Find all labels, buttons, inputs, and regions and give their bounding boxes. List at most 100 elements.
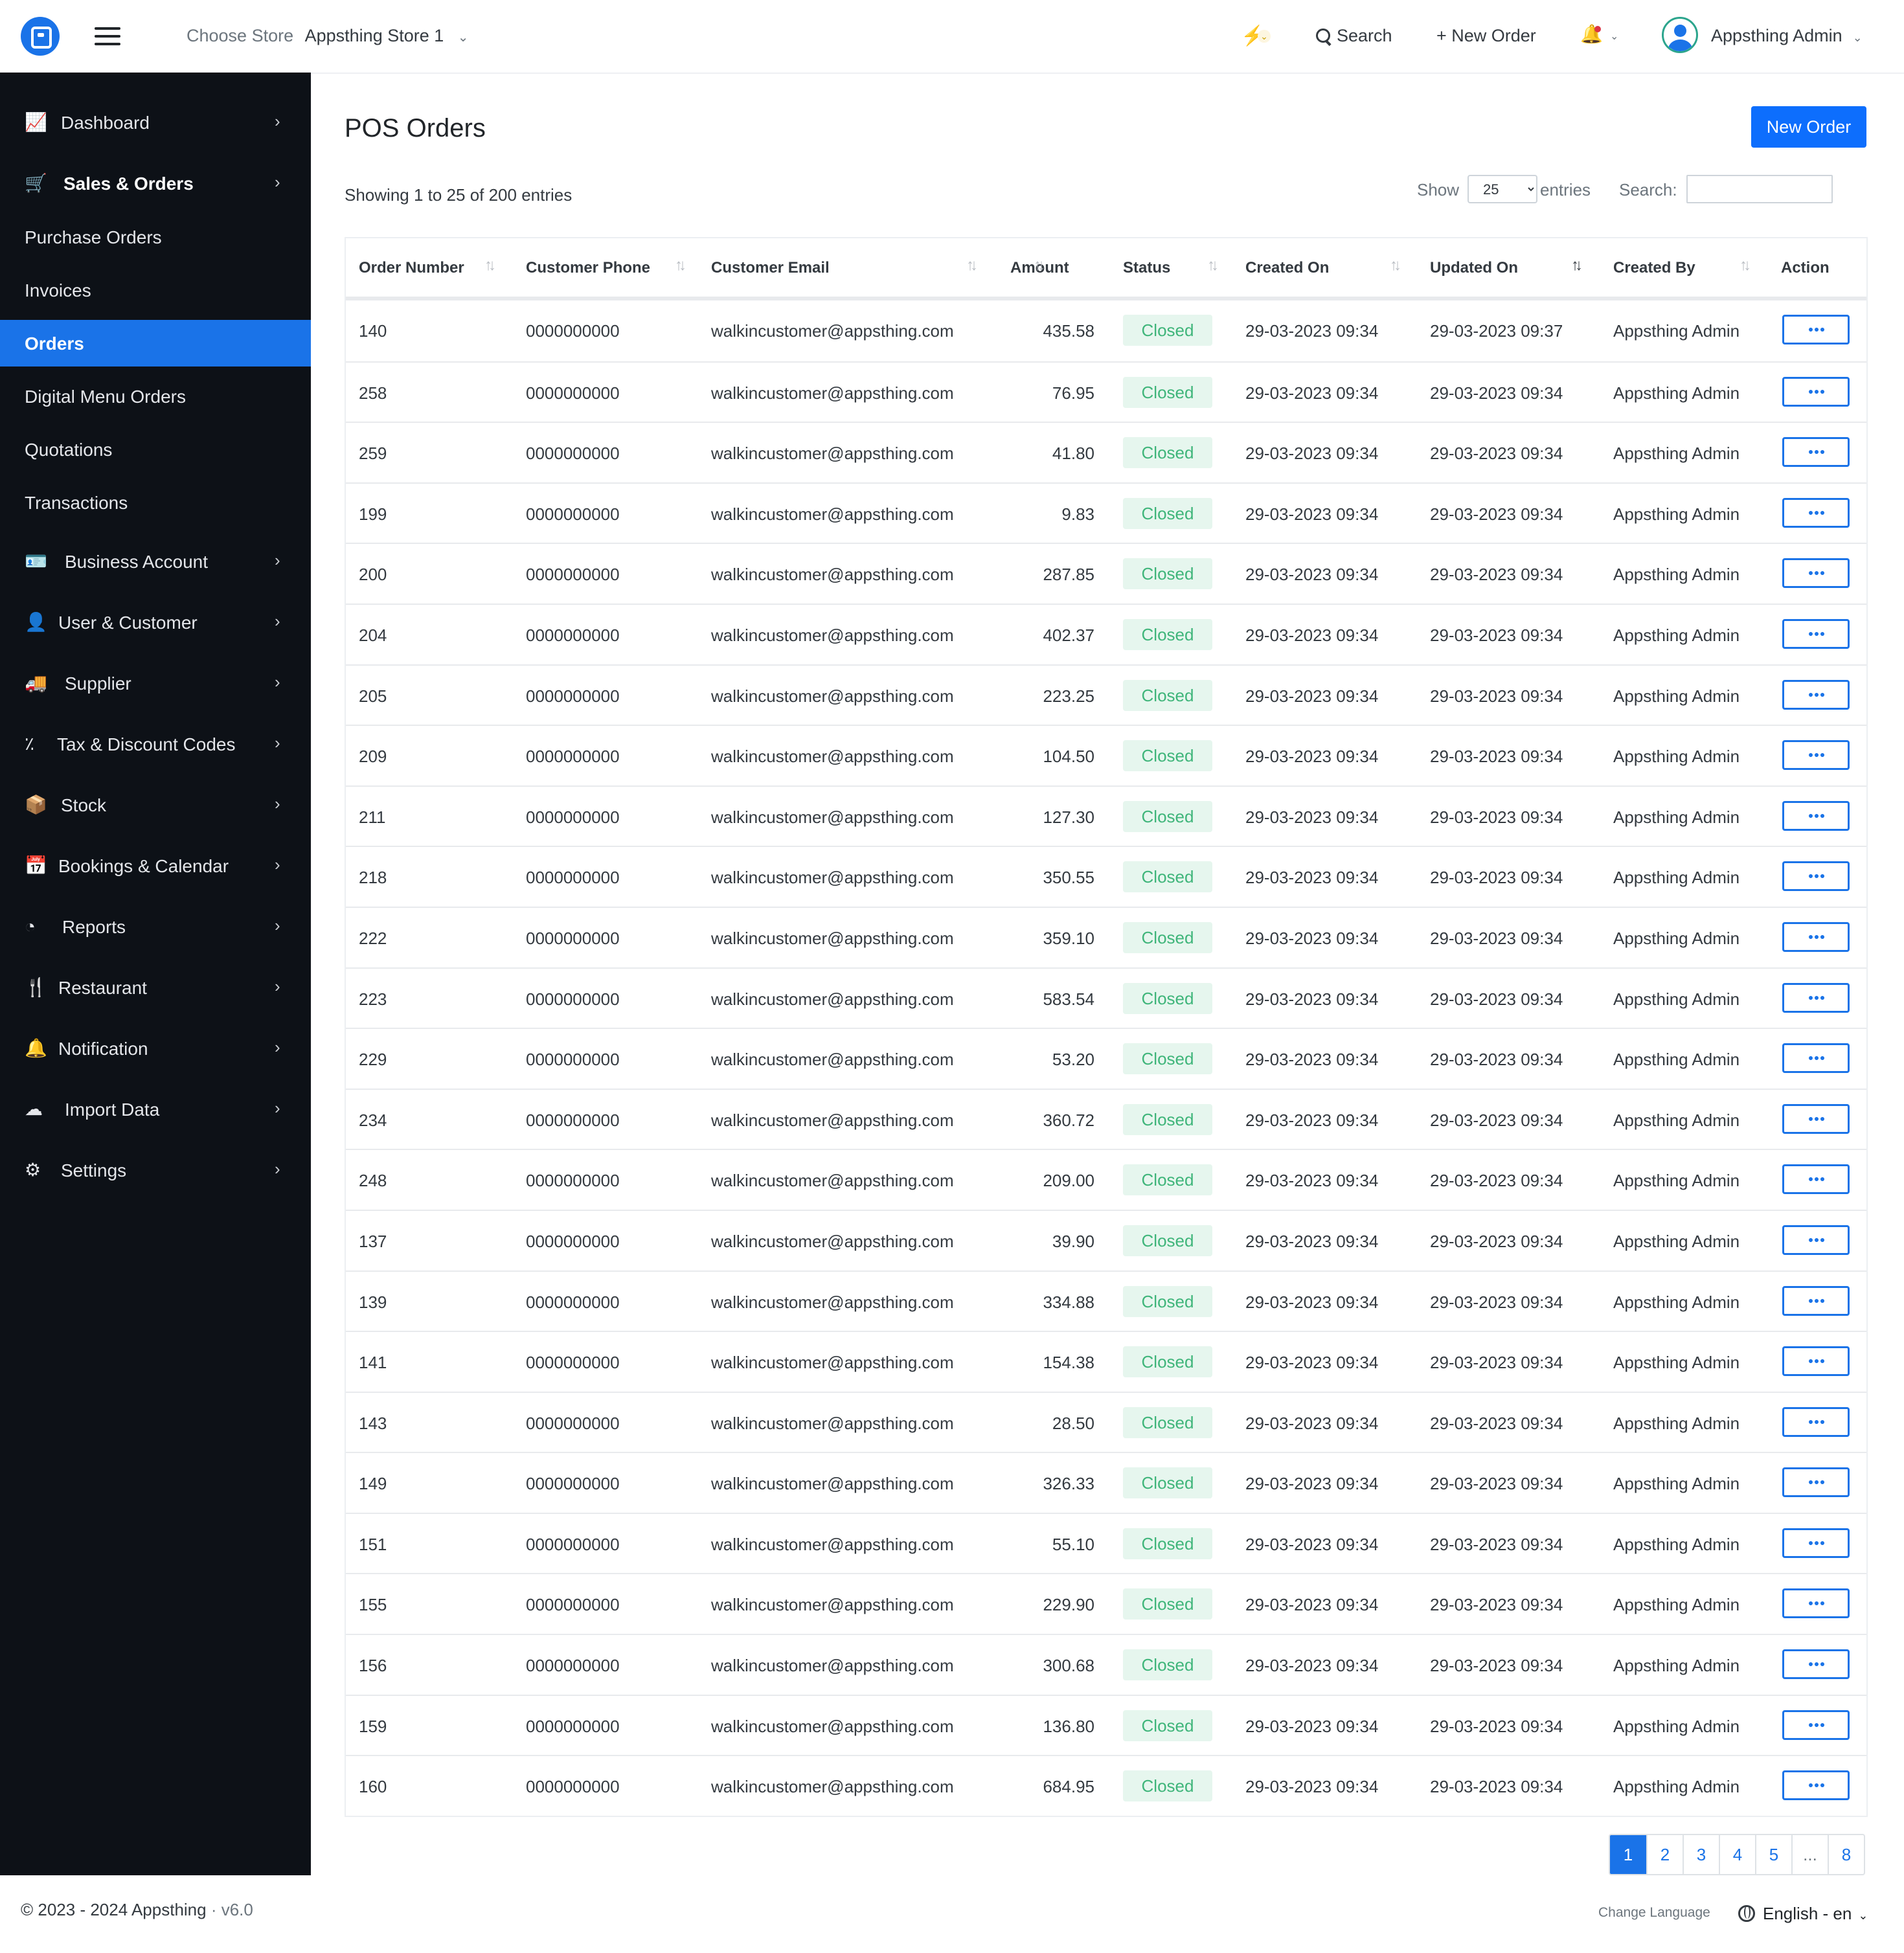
new-order-button[interactable]: New Order	[1751, 106, 1866, 148]
row-actions-button[interactable]	[1782, 558, 1850, 589]
sidebar-item-notification[interactable]: 🔔 Notification ›	[0, 1024, 311, 1071]
table-row[interactable]: 143 0000000000 walkincustomer@appsthing.co…	[346, 1391, 1866, 1452]
column-header-created-by[interactable]: Created By	[1613, 259, 1695, 277]
page-button[interactable]: 5	[1755, 1835, 1791, 1874]
table-row[interactable]: 211 0000000000 walkincustomer@appsthing.co…	[346, 785, 1866, 846]
column-header-customer-email[interactable]: Customer Email	[711, 259, 830, 277]
table-row[interactable]: 155 0000000000 walkincustomer@appsthing.co…	[346, 1573, 1866, 1634]
sort-icon[interactable]: ↑↓	[1034, 256, 1045, 275]
table-row[interactable]: 218 0000000000 walkincustomer@appsthing.co…	[346, 846, 1866, 907]
column-header-created-on[interactable]: Created On	[1245, 259, 1329, 277]
sort-icon[interactable]: ↑↓	[1207, 256, 1219, 275]
avatar[interactable]	[1662, 17, 1698, 53]
row-actions-button[interactable]	[1782, 1225, 1850, 1255]
app-logo[interactable]	[21, 17, 60, 56]
row-actions-button[interactable]	[1782, 1588, 1850, 1619]
sidebar-item-settings[interactable]: ⚙ Settings ›	[0, 1146, 311, 1193]
table-row[interactable]: 141 0000000000 walkincustomer@appsthing.co…	[346, 1331, 1866, 1392]
sidebar-item-transactions[interactable]: Transactions	[0, 479, 311, 526]
store-selector[interactable]: Choose Store Appsthing Store 1 ⌄	[187, 26, 469, 46]
sort-icon[interactable]: ↑↓	[1390, 256, 1401, 275]
table-row[interactable]: 223 0000000000 walkincustomer@appsthing.co…	[346, 967, 1866, 1028]
row-actions-button[interactable]	[1782, 679, 1850, 710]
sidebar-item-import-data[interactable]: ☁ Import Data ›	[0, 1085, 311, 1132]
page-button[interactable]: 3	[1683, 1835, 1719, 1874]
sidebar-item-user-customer[interactable]: 👤 User & Customer ›	[0, 598, 311, 645]
row-actions-button[interactable]	[1782, 740, 1850, 771]
user-menu[interactable]: Appsthing Admin ⌄	[1711, 26, 1863, 46]
table-row[interactable]: 258 0000000000 walkincustomer@appsthing.co…	[346, 361, 1866, 422]
row-actions-button[interactable]	[1782, 1710, 1850, 1740]
table-row[interactable]: 204 0000000000 walkincustomer@appsthing.co…	[346, 603, 1866, 664]
sidebar-item-quotations[interactable]: Quotations	[0, 426, 311, 473]
table-row[interactable]: 137 0000000000 walkincustomer@appsthing.co…	[346, 1209, 1866, 1270]
row-actions-button[interactable]	[1782, 1043, 1850, 1074]
table-row[interactable]: 156 0000000000 walkincustomer@appsthing.co…	[346, 1634, 1866, 1695]
table-row[interactable]: 199 0000000000 walkincustomer@appsthing.co…	[346, 482, 1866, 543]
row-actions-button[interactable]	[1782, 861, 1850, 892]
row-actions-button[interactable]	[1782, 1164, 1850, 1195]
sidebar-item-invoices[interactable]: Invoices	[0, 267, 311, 313]
row-actions-button[interactable]	[1782, 921, 1850, 952]
row-actions-button[interactable]	[1782, 1467, 1850, 1498]
header-new-order-button[interactable]: + New Order	[1436, 26, 1536, 46]
row-actions-button[interactable]	[1782, 1649, 1850, 1680]
table-row[interactable]: 229 0000000000 walkincustomer@appsthing.co…	[346, 1028, 1866, 1089]
page-button[interactable]: 4	[1719, 1835, 1755, 1874]
page-button[interactable]: 2	[1646, 1835, 1683, 1874]
row-actions-button[interactable]	[1782, 982, 1850, 1013]
sidebar-item-dashboard[interactable]: 📈 Dashboard ›	[0, 98, 311, 145]
sidebar-item-tax-discount-codes[interactable]: ٪ Tax & Discount Codes ›	[0, 720, 311, 767]
table-row[interactable]: 159 0000000000 walkincustomer@appsthing.co…	[346, 1694, 1866, 1755]
sidebar-item-reports[interactable]: ◔ Reports ›	[0, 903, 311, 949]
table-row[interactable]: 248 0000000000 walkincustomer@appsthing.co…	[346, 1149, 1866, 1210]
quick-actions-bolt-icon[interactable]: ⚡ ⌄	[1241, 25, 1271, 47]
sidebar-item-orders[interactable]: Orders	[0, 320, 311, 367]
table-row[interactable]: 160 0000000000 walkincustomer@appsthing.co…	[346, 1755, 1866, 1816]
row-actions-button[interactable]	[1782, 800, 1850, 831]
sort-icon[interactable]: ↑↓	[1740, 256, 1751, 275]
table-search-input[interactable]	[1686, 175, 1833, 203]
table-row[interactable]: 222 0000000000 walkincustomer@appsthing.co…	[346, 906, 1866, 967]
row-actions-button[interactable]	[1782, 315, 1850, 344]
table-row[interactable]: 259 0000000000 walkincustomer@appsthing.co…	[346, 422, 1866, 482]
language-selector[interactable]: English - en ⌄	[1738, 1902, 1868, 1924]
table-row[interactable]: 149 0000000000 walkincustomer@appsthing.co…	[346, 1452, 1866, 1513]
table-row[interactable]: 151 0000000000 walkincustomer@appsthing.co…	[346, 1512, 1866, 1574]
page-length-select[interactable]: 25	[1468, 175, 1537, 203]
table-row[interactable]: 200 0000000000 walkincustomer@appsthing.co…	[346, 543, 1866, 604]
notifications-bell-icon[interactable]: 🔔 ⌄	[1580, 23, 1618, 45]
table-row[interactable]: 209 0000000000 walkincustomer@appsthing.co…	[346, 725, 1866, 785]
sort-icon[interactable]: ↑↓	[484, 256, 496, 275]
page-button[interactable]: 8	[1828, 1835, 1864, 1874]
sidebar-item-bookings-calendar[interactable]: 📅 Bookings & Calendar ›	[0, 842, 311, 888]
sidebar-item-supplier[interactable]: 🚚 Supplier ›	[0, 659, 311, 706]
column-header-status[interactable]: Status	[1123, 259, 1170, 277]
sort-icon[interactable]: ↑↓	[966, 256, 978, 275]
row-actions-button[interactable]	[1782, 1528, 1850, 1558]
header-search-button[interactable]: Search	[1316, 26, 1392, 46]
page-button[interactable]: 1	[1610, 1835, 1646, 1874]
table-row[interactable]: 234 0000000000 walkincustomer@appsthing.co…	[346, 1088, 1866, 1149]
column-header-customer-phone[interactable]: Customer Phone	[526, 259, 650, 277]
sidebar-item-stock[interactable]: 📦 Stock ›	[0, 781, 311, 828]
sidebar-item-sales-orders[interactable]: 🛒 Sales & Orders ›	[0, 159, 311, 206]
table-row[interactable]: 140 0000000000 walkincustomer@appsthing.co…	[346, 300, 1866, 361]
sort-icon[interactable]: ↑↓	[1571, 256, 1583, 275]
sidebar-item-restaurant[interactable]: 🍴 Restaurant ›	[0, 964, 311, 1010]
sidebar-item-digital-menu-orders[interactable]: Digital Menu Orders	[0, 373, 311, 420]
menu-toggle-icon[interactable]	[95, 26, 120, 47]
row-actions-button[interactable]	[1782, 437, 1850, 468]
column-header-order-number[interactable]: Order Number	[359, 259, 464, 277]
column-header-updated-on[interactable]: Updated On	[1430, 259, 1518, 277]
sort-icon[interactable]: ↑↓	[675, 256, 686, 275]
row-actions-button[interactable]	[1782, 1285, 1850, 1316]
row-actions-button[interactable]	[1782, 618, 1850, 649]
sidebar-item-business-account[interactable]: 🪪 Business Account ›	[0, 537, 311, 584]
row-actions-button[interactable]	[1782, 1406, 1850, 1437]
table-row[interactable]: 205 0000000000 walkincustomer@appsthing.co…	[346, 664, 1866, 725]
row-actions-button[interactable]	[1782, 376, 1850, 407]
row-actions-button[interactable]	[1782, 1346, 1850, 1377]
row-actions-button[interactable]	[1782, 1103, 1850, 1134]
row-actions-button[interactable]	[1782, 497, 1850, 528]
